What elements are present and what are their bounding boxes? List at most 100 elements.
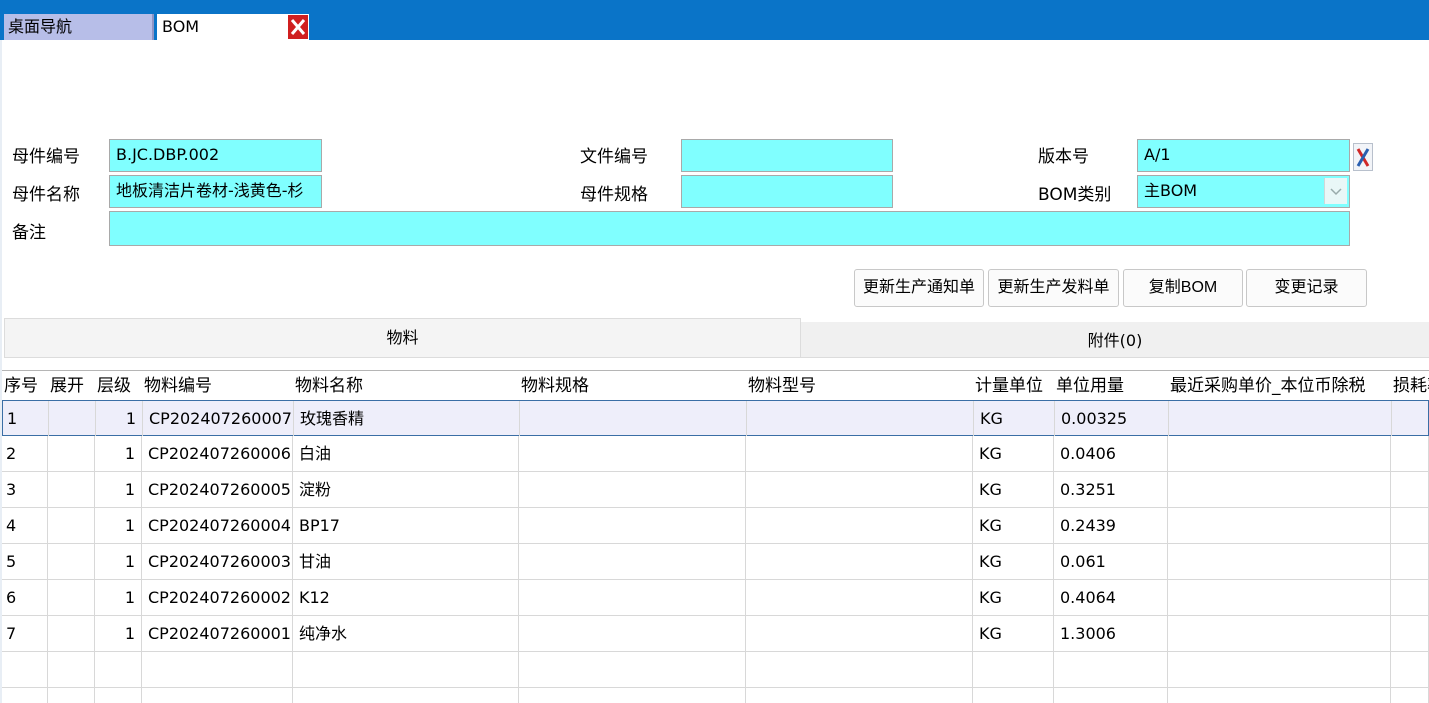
cell-price[interactable] bbox=[1168, 652, 1391, 687]
cell-loss[interactable] bbox=[1391, 436, 1429, 471]
cell-unit[interactable]: KG bbox=[973, 616, 1054, 651]
cell-loss[interactable] bbox=[1391, 652, 1429, 687]
cell-qty[interactable] bbox=[1054, 652, 1168, 687]
cell-price[interactable] bbox=[1169, 401, 1392, 436]
cell-code[interactable]: CP202407260006 bbox=[142, 436, 293, 471]
version-field[interactable]: A/1 bbox=[1137, 139, 1350, 172]
col-header-expand[interactable]: 展开 bbox=[48, 371, 95, 401]
cell-unit[interactable] bbox=[973, 652, 1054, 687]
col-header-unit[interactable]: 计量单位 bbox=[973, 371, 1054, 401]
cell-expand[interactable] bbox=[49, 401, 96, 436]
parent-code-field[interactable]: B.JC.DBP.002 bbox=[109, 139, 322, 172]
cell-seq[interactable]: 1 bbox=[3, 401, 49, 436]
cell-spec[interactable] bbox=[519, 544, 746, 579]
update-production-issue-button[interactable]: 更新生产发料单 bbox=[988, 269, 1119, 307]
cell-price[interactable] bbox=[1168, 472, 1391, 507]
cell-spec[interactable] bbox=[519, 616, 746, 651]
cell-price[interactable] bbox=[1168, 436, 1391, 471]
cell-price[interactable] bbox=[1168, 688, 1391, 703]
cell-model[interactable] bbox=[747, 401, 974, 436]
col-header-model[interactable]: 物料型号 bbox=[746, 371, 973, 401]
cell-name[interactable]: K12 bbox=[293, 580, 519, 615]
col-header-name[interactable]: 物料名称 bbox=[293, 371, 519, 401]
cell-expand[interactable] bbox=[48, 508, 95, 543]
cell-loss[interactable] bbox=[1391, 616, 1429, 651]
cell-expand[interactable] bbox=[48, 544, 95, 579]
cell-model[interactable] bbox=[746, 508, 973, 543]
cell-unit[interactable]: KG bbox=[973, 580, 1054, 615]
cell-expand[interactable] bbox=[48, 616, 95, 651]
table-row[interactable]: 4 1 CP202407260004 BP17 KG 0.2439 bbox=[2, 508, 1429, 544]
cell-expand[interactable] bbox=[48, 436, 95, 471]
cell-name[interactable]: 纯净水 bbox=[293, 616, 519, 651]
cell-level[interactable]: 1 bbox=[95, 616, 142, 651]
cell-name[interactable]: 淀粉 bbox=[293, 472, 519, 507]
cell-qty[interactable]: 0.4064 bbox=[1054, 580, 1168, 615]
cell-loss[interactable] bbox=[1391, 544, 1429, 579]
cell-qty[interactable]: 0.2439 bbox=[1054, 508, 1168, 543]
cell-spec[interactable] bbox=[520, 401, 747, 436]
cell-level[interactable] bbox=[95, 688, 142, 703]
cell-name[interactable] bbox=[293, 688, 519, 703]
table-row[interactable]: 2 1 CP202407260006 白油 KG 0.0406 bbox=[2, 436, 1429, 472]
cell-expand[interactable] bbox=[48, 580, 95, 615]
cell-spec[interactable] bbox=[519, 652, 746, 687]
cell-code[interactable]: CP202407260002 bbox=[142, 580, 293, 615]
cell-qty[interactable]: 1.3006 bbox=[1054, 616, 1168, 651]
cell-loss[interactable] bbox=[1392, 401, 1429, 436]
bom-type-select[interactable]: 主BOM bbox=[1137, 175, 1350, 208]
table-row[interactable]: 5 1 CP202407260003 甘油 KG 0.061 bbox=[2, 544, 1429, 580]
cell-level[interactable]: 1 bbox=[95, 580, 142, 615]
col-header-qty[interactable]: 单位用量 bbox=[1054, 371, 1168, 401]
cell-seq[interactable]: 2 bbox=[2, 436, 48, 471]
cell-model[interactable] bbox=[746, 652, 973, 687]
cell-price[interactable] bbox=[1168, 544, 1391, 579]
cell-qty[interactable]: 0.3251 bbox=[1054, 472, 1168, 507]
cell-code[interactable]: CP202407260004 bbox=[142, 508, 293, 543]
cell-model[interactable] bbox=[746, 472, 973, 507]
table-row[interactable]: 1 1 CP202407260007 玫瑰香精 KG 0.00325 bbox=[2, 400, 1429, 436]
cell-unit[interactable]: KG bbox=[973, 472, 1054, 507]
cell-unit[interactable]: KG bbox=[973, 436, 1054, 471]
parent-name-field[interactable]: 地板清洁片卷材-浅黄色-杉 bbox=[109, 175, 322, 208]
cell-seq[interactable] bbox=[2, 652, 48, 687]
cell-code[interactable]: CP202407260001 bbox=[142, 616, 293, 651]
cell-price[interactable] bbox=[1168, 508, 1391, 543]
close-tab-button[interactable] bbox=[287, 14, 309, 40]
cell-model[interactable] bbox=[746, 544, 973, 579]
table-row[interactable]: 7 1 CP202407260001 纯净水 KG 1.3006 bbox=[2, 616, 1429, 652]
cell-level[interactable]: 1 bbox=[95, 544, 142, 579]
cell-seq[interactable]: 3 bbox=[2, 472, 48, 507]
update-production-notice-button[interactable]: 更新生产通知单 bbox=[854, 269, 984, 307]
tab-attachments[interactable]: 附件(0) bbox=[801, 322, 1429, 358]
tab-desktop-navigation[interactable]: 桌面导航 bbox=[4, 14, 154, 40]
cell-code[interactable] bbox=[142, 652, 293, 687]
cell-model[interactable] bbox=[746, 688, 973, 703]
cell-level[interactable]: 1 bbox=[95, 472, 142, 507]
cell-name[interactable]: 白油 bbox=[293, 436, 519, 471]
cell-name[interactable]: 甘油 bbox=[293, 544, 519, 579]
cell-loss[interactable] bbox=[1391, 508, 1429, 543]
table-row[interactable] bbox=[2, 652, 1429, 688]
tool-icon[interactable] bbox=[1353, 143, 1373, 171]
cell-unit[interactable]: KG bbox=[974, 401, 1055, 436]
cell-seq[interactable]: 6 bbox=[2, 580, 48, 615]
cell-qty[interactable]: 0.061 bbox=[1054, 544, 1168, 579]
table-row[interactable]: 6 1 CP202407260002 K12 KG 0.4064 bbox=[2, 580, 1429, 616]
cell-name[interactable] bbox=[293, 652, 519, 687]
col-header-seq[interactable]: 序号 bbox=[2, 371, 48, 401]
cell-qty[interactable] bbox=[1054, 688, 1168, 703]
cell-qty[interactable]: 0.0406 bbox=[1054, 436, 1168, 471]
remark-field[interactable] bbox=[109, 211, 1350, 246]
cell-spec[interactable] bbox=[519, 472, 746, 507]
cell-loss[interactable] bbox=[1391, 472, 1429, 507]
col-header-spec[interactable]: 物料规格 bbox=[519, 371, 746, 401]
tab-materials[interactable]: 物料 bbox=[4, 318, 801, 358]
col-header-price[interactable]: 最近采购单价_本位币除税 bbox=[1168, 371, 1391, 401]
col-header-level[interactable]: 层级 bbox=[95, 371, 142, 401]
cell-seq[interactable]: 7 bbox=[2, 616, 48, 651]
cell-name[interactable]: BP17 bbox=[293, 508, 519, 543]
cell-spec[interactable] bbox=[519, 436, 746, 471]
cell-code[interactable]: CP202407260003 bbox=[142, 544, 293, 579]
copy-bom-button[interactable]: 复制BOM bbox=[1123, 269, 1243, 307]
